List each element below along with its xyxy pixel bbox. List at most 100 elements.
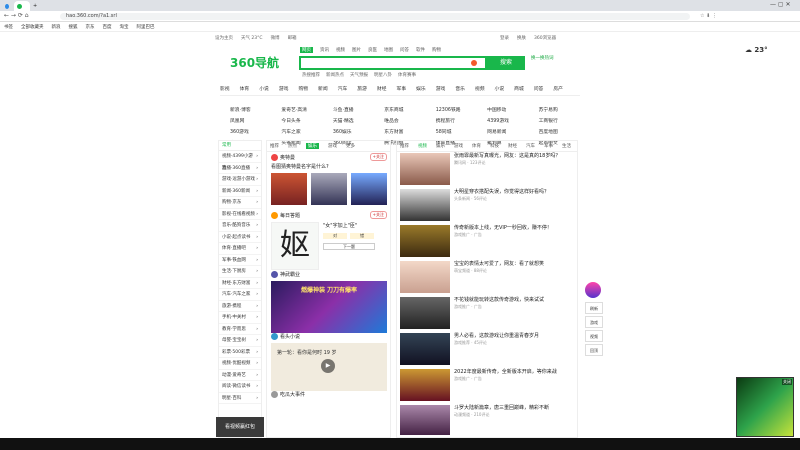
search-tab[interactable]: 问答 [400,47,409,53]
ultraman-image[interactable] [311,173,347,205]
refresh-hotwords-link[interactable]: 换一换热词 [531,56,561,62]
sidebar-item[interactable]: 手机·中关村 › [219,312,261,324]
category-link[interactable]: 汽车 [338,85,348,92]
bookmark-item[interactable]: 书签 [4,24,13,30]
sidebar-item[interactable]: 游戏·逗游小游戏 › [219,174,261,186]
news-tab[interactable]: 生活 [562,143,571,149]
sidebar-item[interactable]: 新闻·360新闻 › [219,186,261,197]
category-link[interactable]: 军事 [396,85,406,92]
game-ad-image[interactable]: 燃爆神装 刀刀有爆率 [271,281,387,333]
category-link[interactable]: 商城 [514,85,524,92]
follow-button[interactable]: +关注 [369,153,387,161]
middle-tab[interactable]: 游戏 [328,143,337,149]
sidebar-item[interactable]: 教育·学而思 › [219,324,261,335]
tab-active[interactable] [14,1,30,11]
middle-tab[interactable]: 更多 [346,143,355,149]
news-item[interactable]: 大明星穿衣搭配失误，你觉得这样好看吗？ 头条新闻 · 56评论 [400,189,576,223]
category-link[interactable]: 财经 [377,85,387,92]
news-item[interactable]: 男人必看，这款游戏让你重温青春岁月 游戏推荐 · 45评论 [400,333,576,367]
top-link[interactable]: 邮箱 [288,35,297,41]
category-link[interactable]: 娱乐 [416,85,426,92]
category-link[interactable]: 视频 [475,85,485,92]
hot-word[interactable]: 体育赛事 [398,72,416,78]
grid-link[interactable]: 斗鱼·直播 [333,106,384,113]
sidebar-item[interactable]: 彩票·500彩票 › [219,347,261,358]
category-link[interactable]: 影视 [220,85,230,92]
search-tab[interactable]: 软件 [416,47,425,53]
search-button[interactable]: 搜索 [487,56,525,70]
nav-buttons[interactable]: ← → ⟳ ⌂ [4,12,29,19]
news-tab[interactable]: 视频 [418,143,427,149]
search-tab[interactable]: 网页 [300,47,313,53]
category-link[interactable]: 房产 [553,85,563,92]
grid-link[interactable]: 京东商城 [384,106,435,113]
middle-tab[interactable]: 推荐 [270,143,279,149]
feed-card[interactable]: 看头小说 第一轮：看你是何时 19 岁 ▶ [271,333,387,391]
rail-refresh-button[interactable]: 刷新 [585,302,603,314]
rail-video-button[interactable]: 视频 [585,330,603,342]
feed-card[interactable]: 每日答题 +关注 妪 "女"字加上"臣" 对 错 下一题 [271,211,387,270]
top-link[interactable]: 登录 [500,35,509,41]
sidebar-item[interactable]: 母婴·宝宝树 › [219,335,261,347]
sidebar-item[interactable]: 动漫·爱奇艺 › [219,370,261,381]
site-logo[interactable]: 360导航 [230,54,279,71]
grid-link[interactable]: 携程旅行 [436,117,487,124]
grid-link[interactable]: 360娱乐 [333,128,384,135]
search-input[interactable] [299,56,487,70]
top-link[interactable]: 360浏览器 [534,35,556,41]
grid-link[interactable]: 新浪·博客 [230,106,281,113]
category-link[interactable]: 游戏 [279,85,289,92]
grid-link[interactable]: 凤凰网 [230,117,281,124]
mascot-icon[interactable] [585,282,601,298]
middle-tab[interactable]: 娱乐 [306,143,319,149]
news-tab[interactable]: 财经 [508,143,517,149]
grid-link[interactable]: 百度地图 [539,128,590,135]
top-link[interactable]: 微博 [271,35,280,41]
news-item[interactable]: 宝宝的表情太可爱了，网友：看了就想笑 萌宝频道 · 88评论 [400,261,576,295]
feed-card[interactable]: 奥特曼 +关注 看图猜奥特曼名字是什么? [271,153,387,205]
grid-link[interactable]: 汽车之家 [281,128,332,135]
middle-tab[interactable]: 热点 [288,143,297,149]
grid-link[interactable]: 天猫·精选 [333,117,384,124]
close-ad-button[interactable]: 关闭 [782,379,792,385]
search-tab[interactable]: 图片 [352,47,361,53]
sidebar-item[interactable]: 财经·东方财富 › [219,278,261,289]
news-tab[interactable]: 军事 [544,143,553,149]
url-field[interactable]: hao.360.com/?a1.srl [60,13,690,20]
grid-link[interactable]: 12306铁路 [436,106,487,113]
news-tab[interactable]: 游戏 [454,143,463,149]
news-tab[interactable]: 娱乐 [436,143,445,149]
category-link[interactable]: 小说 [495,85,505,92]
bookmark-item[interactable]: 搜狐 [69,24,78,30]
search-suggest-icon[interactable] [471,60,477,66]
news-item[interactable]: 张雨霏最新写真曝光，网友：这是真的18岁吗？ 腾讯网 · 123评论 [400,153,576,187]
follow-button[interactable]: +关注 [369,211,387,219]
feed-card[interactable]: 神武霸业 燃爆神装 刀刀有爆率 [271,271,387,333]
weather-widget[interactable]: ☁ 23° [745,46,768,54]
grid-link[interactable]: 4399游戏 [487,117,538,124]
rail-game-button[interactable]: 游戏 [585,316,603,328]
category-link[interactable]: 旅游 [357,85,367,92]
hot-word[interactable]: 天气预报 [350,72,368,78]
news-tab[interactable]: 推荐 [400,143,409,149]
toolbar-icons[interactable]: ☆ ⬇ ⋮ [700,13,717,19]
news-tab[interactable]: 体育 [472,143,481,149]
bookmark-item[interactable]: 阿里巴巴 [137,24,155,30]
grid-link[interactable]: 东方财富 [384,128,435,135]
sidebar-item[interactable]: 军事·铁血网 › [219,255,261,266]
grid-link[interactable]: 苏宁易购 [539,106,590,113]
news-item[interactable]: 2022年度最新传奇，全新版本开启，等你来战 游戏推广 · 广告 [400,369,576,403]
window-controls[interactable]: — ▢ ✕ [770,1,791,8]
grid-link[interactable]: 360游戏 [230,128,281,135]
floating-game-ad[interactable]: 关闭 [736,377,794,437]
next-question-button[interactable]: 下一题 [323,243,375,250]
video-promo-banner[interactable]: 看视频赢红包 [216,417,264,437]
sidebar-item[interactable]: 小说·起点读书 › [219,232,261,243]
ultraman-image[interactable] [351,173,387,205]
bookmark-item[interactable]: 全部收藏夹 [21,24,44,30]
sidebar-item[interactable]: 明星·百科 › [219,393,261,404]
feed-card[interactable]: 吃瓜大事件 [271,391,387,398]
search-tab[interactable]: 良医 [368,47,377,53]
sidebar-item[interactable]: 视频·优酷视频 › [219,358,261,370]
top-link[interactable]: 设为主页 [215,35,233,41]
